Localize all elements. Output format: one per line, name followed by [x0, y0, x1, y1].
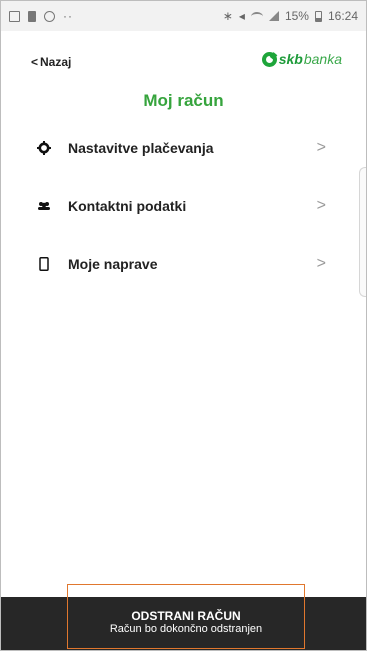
mute-icon: ◂ — [238, 9, 245, 23]
signal-icon — [268, 11, 279, 21]
status-time: 16:24 — [327, 9, 358, 23]
chevron-right-icon: > — [316, 197, 326, 214]
menu-item-label: Nastavitve plačevanja — [68, 140, 214, 156]
skb-banka-logo: skb banka — [261, 51, 342, 67]
battery-icon — [314, 10, 322, 22]
gallery-icon — [9, 10, 20, 22]
menu-item-label: Kontaktni podatki — [68, 198, 187, 214]
menu-item-payment-settings[interactable]: Nastavitve plačevanja > — [1, 119, 366, 177]
back-label: Nazaj — [40, 55, 72, 69]
people-icon — [37, 199, 51, 213]
logo-mark-icon — [261, 51, 277, 67]
phone-icon — [37, 257, 51, 271]
chevron-right-icon: > — [316, 255, 326, 272]
menu-item-label: Moje naprave — [68, 256, 158, 272]
status-left: ·· — [9, 9, 73, 23]
header: < Nazaj skb banka — [1, 45, 366, 85]
gear-icon — [37, 141, 51, 155]
wifi-icon — [250, 11, 263, 21]
status-right: ∗ ◂ 15% 16:24 — [223, 9, 358, 23]
side-drawer-handle[interactable] — [359, 167, 366, 297]
bluetooth-icon: ∗ — [222, 9, 233, 23]
battery-percent: 15% — [284, 9, 309, 23]
settings-menu: Nastavitve plačevanja > Kontaktni podatk… — [1, 119, 366, 293]
menu-item-contact-details[interactable]: Kontaktni podatki > — [1, 177, 366, 235]
remove-account-subtitle: Račun bo dokončno odstranjen — [109, 623, 263, 635]
chevron-left-icon: < — [31, 55, 39, 69]
remove-account-title: ODSTRANI RAČUN — [131, 609, 241, 623]
status-bar: ·· ∗ ◂ 15% 16:24 — [1, 1, 366, 31]
phone-screen: ·· ∗ ◂ 15% 16:24 < Nazaj skb banka Moj r… — [0, 0, 367, 651]
status-dots: ·· — [63, 9, 73, 23]
trash-icon — [28, 10, 36, 22]
logo-banka-text: banka — [303, 51, 342, 67]
back-button[interactable]: < Nazaj — [31, 55, 71, 69]
menu-item-my-devices[interactable]: Moje naprave > — [1, 235, 366, 293]
bottom-bar: ODSTRANI RAČUN Račun bo dokončno odstran… — [1, 584, 366, 650]
target-icon — [44, 10, 55, 22]
logo-skb-text: skb — [278, 51, 303, 67]
remove-account-button[interactable]: ODSTRANI RAČUN Račun bo dokončno odstran… — [67, 584, 305, 649]
chevron-right-icon: > — [316, 139, 326, 156]
page-title: Moj račun — [143, 91, 224, 110]
